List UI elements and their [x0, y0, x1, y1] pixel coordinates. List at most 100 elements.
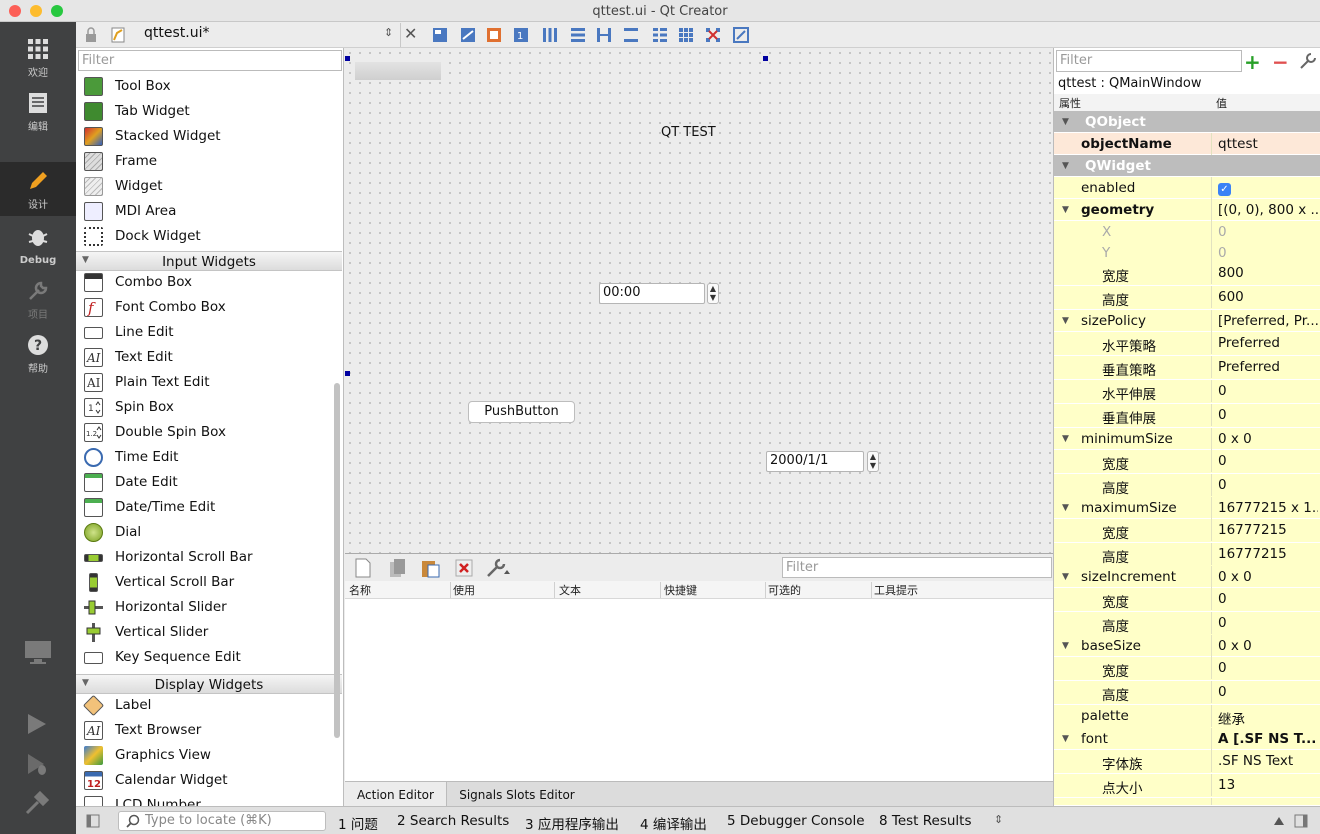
column-header[interactable]: 使用 [453, 582, 555, 598]
more-panes-icon[interactable]: ⇕ [994, 813, 1003, 826]
widget-item-combo-box[interactable]: Combo Box [76, 270, 338, 295]
property-row[interactable]: 宽度 0 [1054, 657, 1320, 681]
build-icon[interactable] [24, 790, 50, 820]
widget-item-horizontal-scroll-bar[interactable]: Horizontal Scroll Bar [76, 545, 338, 570]
debug-run-icon[interactable] [26, 752, 48, 780]
action-filter-input[interactable]: Filter [782, 557, 1052, 578]
property-row[interactable]: 宽度 800 [1054, 262, 1320, 286]
property-group-qwidget[interactable]: ▼ QWidget [1054, 155, 1320, 177]
output-tab-compile-output[interactable]: 4 编译输出 [640, 813, 707, 833]
widget-item-spin-box[interactable]: 1 Spin Box [76, 395, 338, 420]
property-row[interactable]: 高度 0 [1054, 681, 1320, 705]
widget-item-text-browser[interactable]: AI Text Browser [76, 718, 338, 743]
property-row[interactable]: enabled ✓ [1054, 177, 1320, 199]
widget-item-tab-widget[interactable]: Tab Widget [76, 99, 338, 124]
property-value[interactable]: 0 [1218, 453, 1318, 469]
output-tab-search-results[interactable]: 2 Search Results [397, 813, 509, 829]
property-value[interactable]: 16777215 [1218, 522, 1318, 538]
layout-horizontal-icon[interactable] [542, 27, 558, 43]
form-menubar[interactable] [355, 62, 441, 80]
property-value[interactable]: 13 [1218, 777, 1318, 793]
enabled-checkbox[interactable]: ✓ [1218, 180, 1318, 196]
toggle-sidebar-icon[interactable] [86, 814, 100, 832]
property-row[interactable]: objectName qttest [1054, 133, 1320, 155]
property-row[interactable]: 字体族 .SF NS Text [1054, 750, 1320, 774]
property-value[interactable]: 600 [1218, 289, 1318, 305]
widget-item-tool-box[interactable]: Tool Box [76, 74, 338, 99]
widget-item-font-combo-box[interactable]: f Font Combo Box [76, 295, 338, 320]
property-value[interactable]: [Preferred, Pr... [1218, 313, 1318, 329]
add-property-icon[interactable]: + [1244, 50, 1261, 74]
property-value[interactable]: 0 [1218, 477, 1318, 493]
property-row[interactable]: 水平伸展 0 [1054, 380, 1320, 404]
open-document-name[interactable]: qttest.ui* [144, 25, 209, 41]
run-icon[interactable] [26, 712, 48, 740]
delete-action-icon[interactable] [455, 559, 473, 581]
property-row[interactable]: ▼ maximumSize 16777215 x 1... [1054, 497, 1320, 519]
mode-debug[interactable]: Debug [0, 218, 76, 272]
widget-item-vertical-scroll-bar[interactable]: Vertical Scroll Bar [76, 570, 338, 595]
widget-item-key-sequence-edit[interactable]: Key Sequence Edit [76, 645, 338, 670]
layout-vertical-splitter-icon[interactable] [623, 27, 639, 43]
column-header[interactable]: 属性 [1059, 95, 1081, 111]
time-edit-stepper[interactable]: ▲ ▼ [707, 283, 719, 304]
property-row[interactable]: ▼ baseSize 0 x 0 [1054, 635, 1320, 657]
category-input-widgets[interactable]: ▼ Input Widgets [76, 251, 342, 271]
property-value[interactable]: 0 [1218, 224, 1318, 240]
widget-item-time-edit[interactable]: Time Edit [76, 445, 338, 470]
property-row[interactable]: 高度 0 [1054, 474, 1320, 498]
new-action-icon[interactable] [355, 558, 371, 582]
property-value[interactable]: .SF NS Text [1218, 753, 1318, 769]
property-group-qobject[interactable]: ▼ QObject [1054, 111, 1320, 133]
property-row[interactable]: ▼ sizePolicy [Preferred, Pr... [1054, 310, 1320, 332]
widget-item-widget[interactable]: Widget [76, 174, 338, 199]
date-edit-stepper[interactable]: ▲ ▼ [867, 451, 879, 472]
widget-item-dock-widget[interactable]: Dock Widget [76, 224, 338, 249]
widget-item-date-time-edit[interactable]: Date/Time Edit [76, 495, 338, 520]
widget-item-lcd-number[interactable]: LCD Number [76, 793, 338, 806]
form-canvas[interactable]: QT TEST 00:00 ▲ ▼ PushButton 2000/1/1 ▲ ▼ [345, 48, 1053, 553]
property-value[interactable]: 继承 [1218, 708, 1318, 728]
column-header[interactable]: 值 [1216, 95, 1227, 111]
property-value[interactable]: 0 [1218, 245, 1318, 261]
widget-item-dial[interactable]: Dial [76, 520, 338, 545]
form-date-edit[interactable]: 2000/1/1 [766, 451, 864, 472]
selection-handle[interactable] [345, 56, 350, 61]
column-header[interactable]: 名称 [349, 582, 451, 598]
widget-item-label[interactable]: Label [76, 693, 338, 718]
property-row[interactable]: ▼ font A [.SF NS T... [1054, 728, 1320, 750]
layout-horizontal-splitter-icon[interactable] [596, 27, 612, 43]
widget-item-line-edit[interactable]: Line Edit [76, 320, 338, 345]
property-row[interactable]: 宽度 16777215 [1054, 519, 1320, 543]
close-document-icon[interactable]: ✕ [404, 24, 417, 43]
widget-item-date-edit[interactable]: Date Edit [76, 470, 338, 495]
widget-filter-input[interactable]: Filter [78, 50, 342, 71]
mode-help[interactable]: ? 帮助 [0, 326, 76, 380]
form-push-button[interactable]: PushButton [468, 401, 575, 423]
column-header[interactable]: 快捷键 [664, 582, 766, 598]
property-value[interactable]: 16777215 [1218, 546, 1318, 562]
property-value[interactable]: 0 x 0 [1218, 638, 1318, 654]
output-tab-issues[interactable]: 1 问题 [338, 813, 378, 833]
property-value[interactable]: qttest [1218, 136, 1318, 152]
property-row[interactable]: ▼ minimumSize 0 x 0 [1054, 428, 1320, 450]
property-value[interactable]: 0 [1218, 591, 1318, 607]
property-value[interactable]: 800 [1218, 265, 1318, 281]
widget-item-stacked-widget[interactable]: Stacked Widget [76, 124, 338, 149]
property-row[interactable]: Y0 [1054, 242, 1320, 264]
column-header[interactable]: 文本 [559, 582, 661, 598]
remove-property-icon[interactable]: − [1272, 50, 1289, 74]
widget-item-vertical-slider[interactable]: Vertical Slider [76, 620, 338, 645]
output-tab-application-output[interactable]: 3 应用程序输出 [525, 813, 619, 833]
mode-design[interactable]: 设计 [0, 162, 76, 216]
edit-buddies-icon[interactable] [486, 27, 502, 43]
property-value[interactable]: 0 [1218, 615, 1318, 631]
edit-tab-order-icon[interactable]: 1 [513, 27, 529, 43]
tab-signals-slots-editor[interactable]: Signals Slots Editor [449, 782, 585, 808]
property-value[interactable]: 0 x 0 [1218, 431, 1318, 447]
property-row[interactable]: ▼ sizeIncrement 0 x 0 [1054, 566, 1320, 588]
property-row[interactable]: X0 [1054, 221, 1320, 243]
layout-form-icon[interactable] [652, 27, 668, 43]
category-display-widgets[interactable]: ▼ Display Widgets [76, 674, 342, 694]
adjust-size-icon[interactable] [733, 27, 749, 43]
